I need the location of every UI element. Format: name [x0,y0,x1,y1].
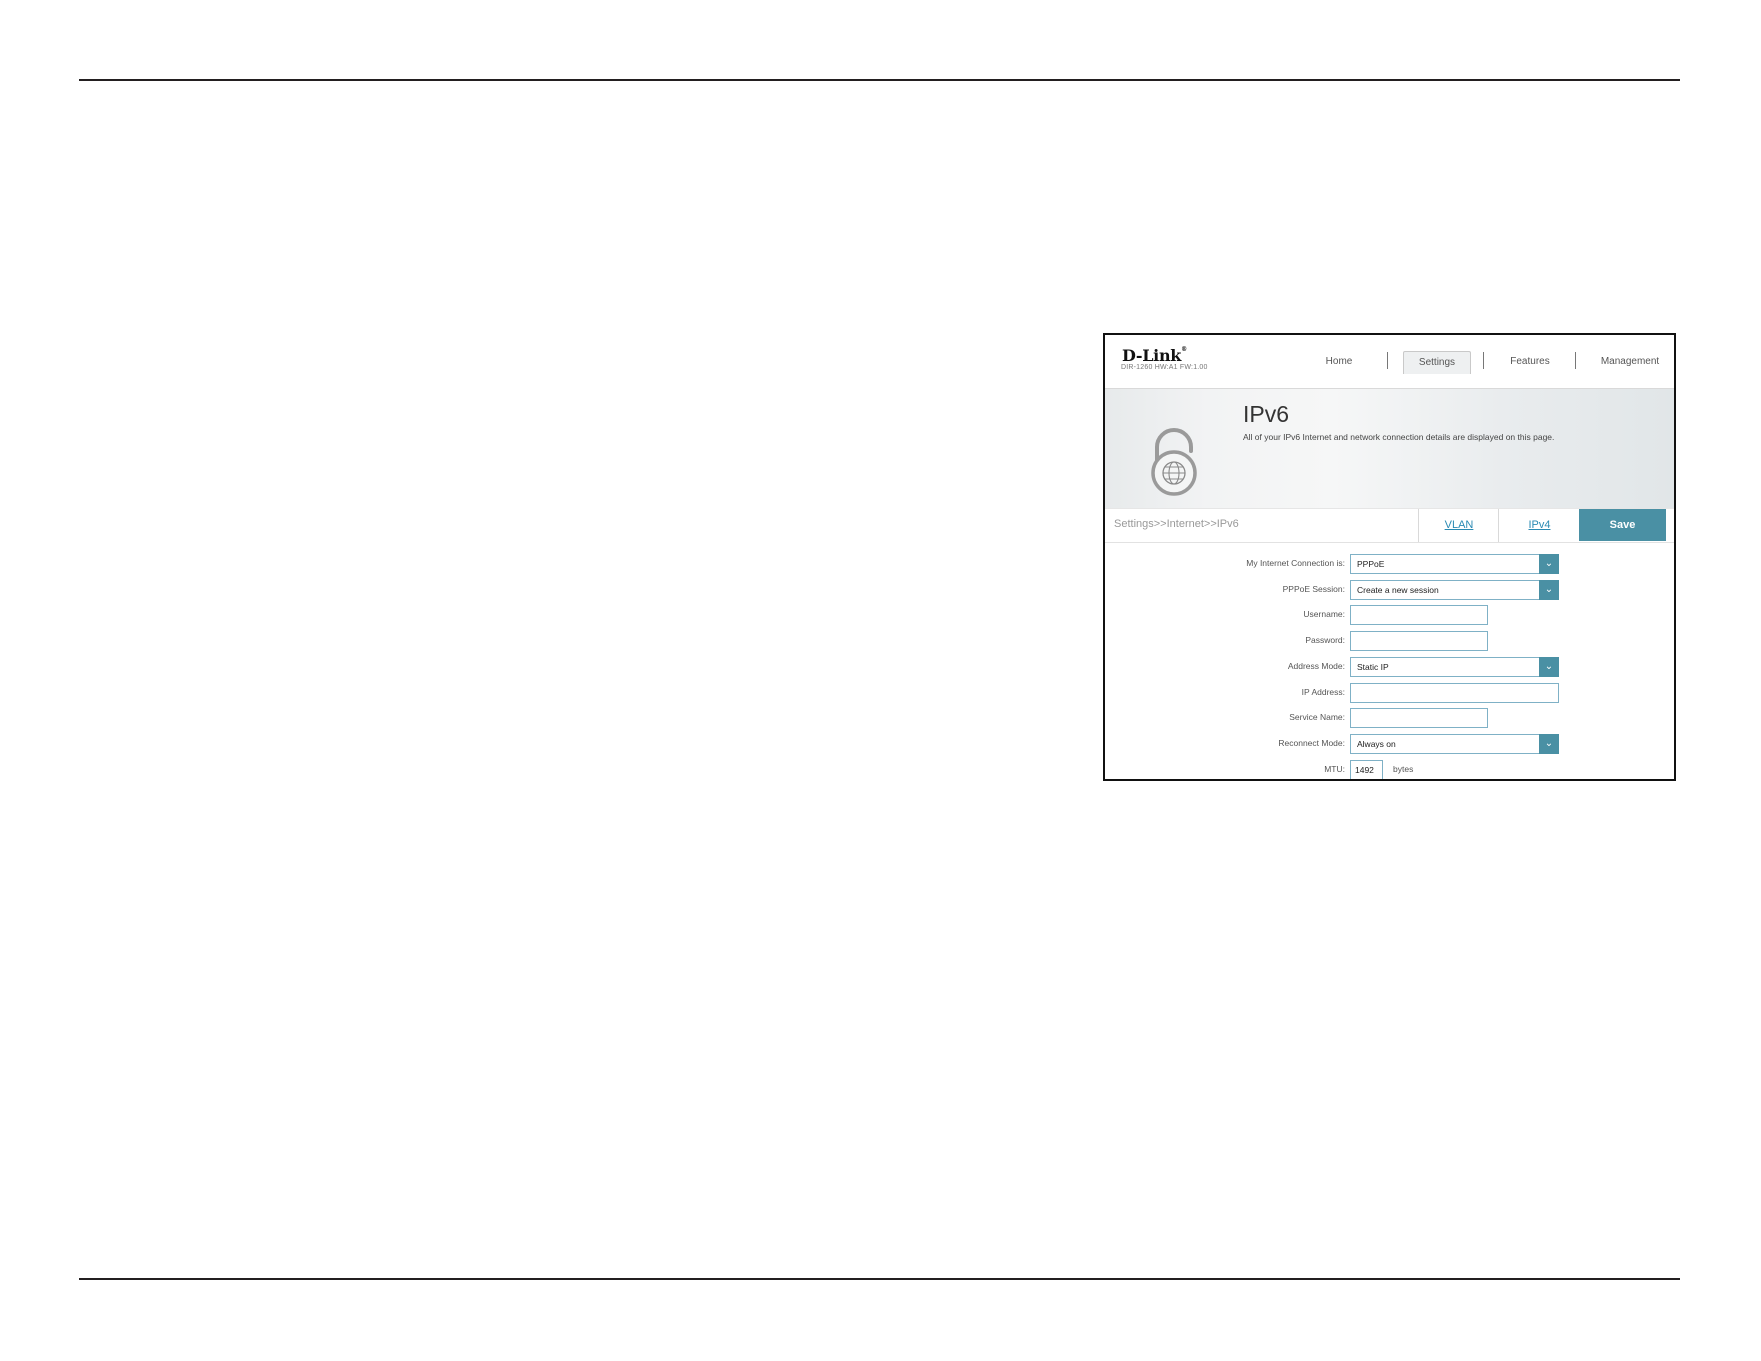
service-name-input[interactable] [1350,708,1488,728]
reconnect-mode-select[interactable]: Always on ⌄ [1350,734,1559,754]
address-mode-row: Address Mode: Static IP ⌄ [1105,657,1674,677]
tab-ipv4[interactable]: IPv4 [1498,509,1580,542]
username-label: Username: [1303,609,1345,619]
page-top-rule [79,79,1680,81]
chevron-down-icon[interactable]: ⌄ [1539,734,1559,754]
reconnect-mode-row: Reconnect Mode: Always on ⌄ [1105,734,1674,754]
address-mode-label: Address Mode: [1287,661,1345,671]
password-input[interactable] [1350,631,1488,651]
connection-value: PPPoE [1357,559,1385,569]
dlink-logo: D-Link® [1122,346,1187,365]
nav-management[interactable]: Management [1591,351,1669,373]
mtu-row: MTU: 1492 bytes [1105,760,1674,779]
tab-vlan[interactable]: VLAN [1418,509,1499,542]
ip-address-label: IP Address: [1301,687,1345,697]
username-input[interactable] [1350,605,1488,625]
service-name-label: Service Name: [1289,712,1345,722]
breadcrumb: Settings>>Internet>>IPv6 [1114,518,1239,530]
save-button[interactable]: Save [1579,509,1666,541]
password-label: Password: [1305,635,1345,645]
connection-select[interactable]: PPPoE ⌄ [1350,554,1559,574]
logo-text: D-Link [1122,346,1182,365]
router-screenshot: D-Link® DIR-1260 HW:A1 FW:1.00 Home Sett… [1103,333,1676,781]
top-header: D-Link® DIR-1260 HW:A1 FW:1.00 Home Sett… [1105,335,1674,389]
chevron-down-icon[interactable]: ⌄ [1539,657,1559,677]
page-description: All of your IPv6 Internet and network co… [1243,432,1555,442]
chevron-down-icon[interactable]: ⌄ [1539,554,1559,574]
model-firmware-info: DIR-1260 HW:A1 FW:1.00 [1121,364,1208,371]
username-row: Username: [1105,605,1674,625]
pppoe-session-row: PPPoE Session: Create a new session ⌄ [1105,580,1674,600]
mtu-unit: bytes [1393,764,1414,774]
pppoe-session-select[interactable]: Create a new session ⌄ [1350,580,1559,600]
mtu-label: MTU: [1324,764,1345,774]
address-mode-select[interactable]: Static IP ⌄ [1350,657,1559,677]
nav-home[interactable]: Home [1315,351,1363,373]
reconnect-mode-label: Reconnect Mode: [1278,738,1345,748]
pppoe-session-value: Create a new session [1357,585,1439,595]
ip-address-row: IP Address: [1105,683,1674,703]
reconnect-mode-value: Always on [1357,739,1396,749]
pppoe-session-label: PPPoE Session: [1282,584,1345,594]
nav-settings[interactable]: Settings [1403,351,1471,374]
nav-features[interactable]: Features [1500,351,1560,373]
mtu-input[interactable]: 1492 [1350,760,1383,779]
tab-bar: Settings>>Internet>>IPv6 VLAN IPv4 Save [1105,508,1674,543]
service-name-row: Service Name: [1105,708,1674,728]
nav-divider [1483,352,1484,369]
address-mode-value: Static IP [1357,662,1389,672]
lock-globe-icon [1151,428,1197,496]
page-title: IPv6 [1243,401,1290,427]
chevron-down-icon[interactable]: ⌄ [1539,580,1559,600]
connection-label: My Internet Connection is: [1246,558,1345,568]
nav-divider [1575,352,1576,369]
connection-row: My Internet Connection is: PPPoE ⌄ [1105,554,1674,574]
page-hero: IPv6 All of your IPv6 Internet and netwo… [1105,389,1674,508]
page-bottom-rule [79,1278,1680,1280]
ip-address-input[interactable] [1350,683,1559,703]
nav-divider [1387,352,1388,369]
password-row: Password: [1105,631,1674,651]
